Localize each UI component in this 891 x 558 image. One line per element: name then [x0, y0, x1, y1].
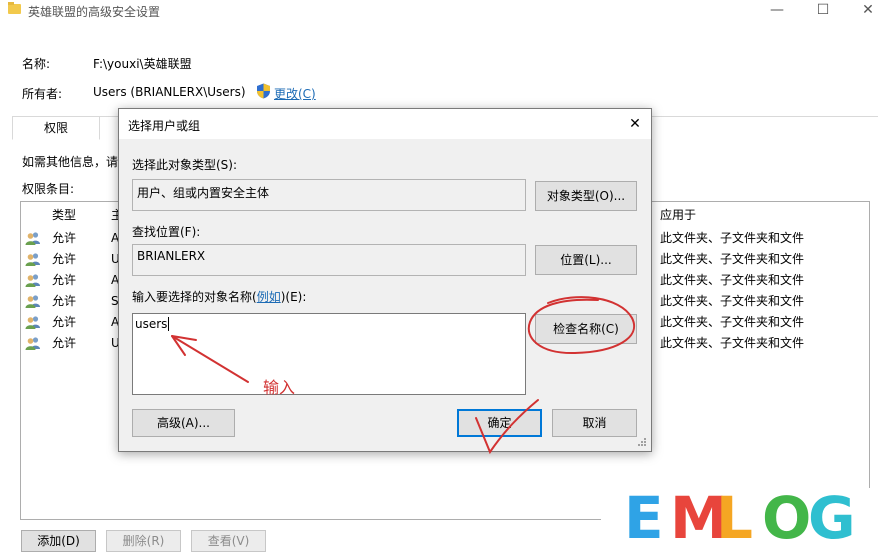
watermark-letter: L: [716, 484, 753, 552]
checkmark-annotation: [475, 399, 539, 455]
watermark-letter: G: [808, 484, 856, 552]
watermark-letter: O: [762, 484, 812, 552]
annotation-text: 输入: [263, 378, 296, 397]
watermark-letter: E: [624, 484, 664, 552]
red-annotations: [171, 296, 635, 455]
arrow-line: [171, 335, 249, 383]
circle-annotation: [527, 296, 635, 355]
